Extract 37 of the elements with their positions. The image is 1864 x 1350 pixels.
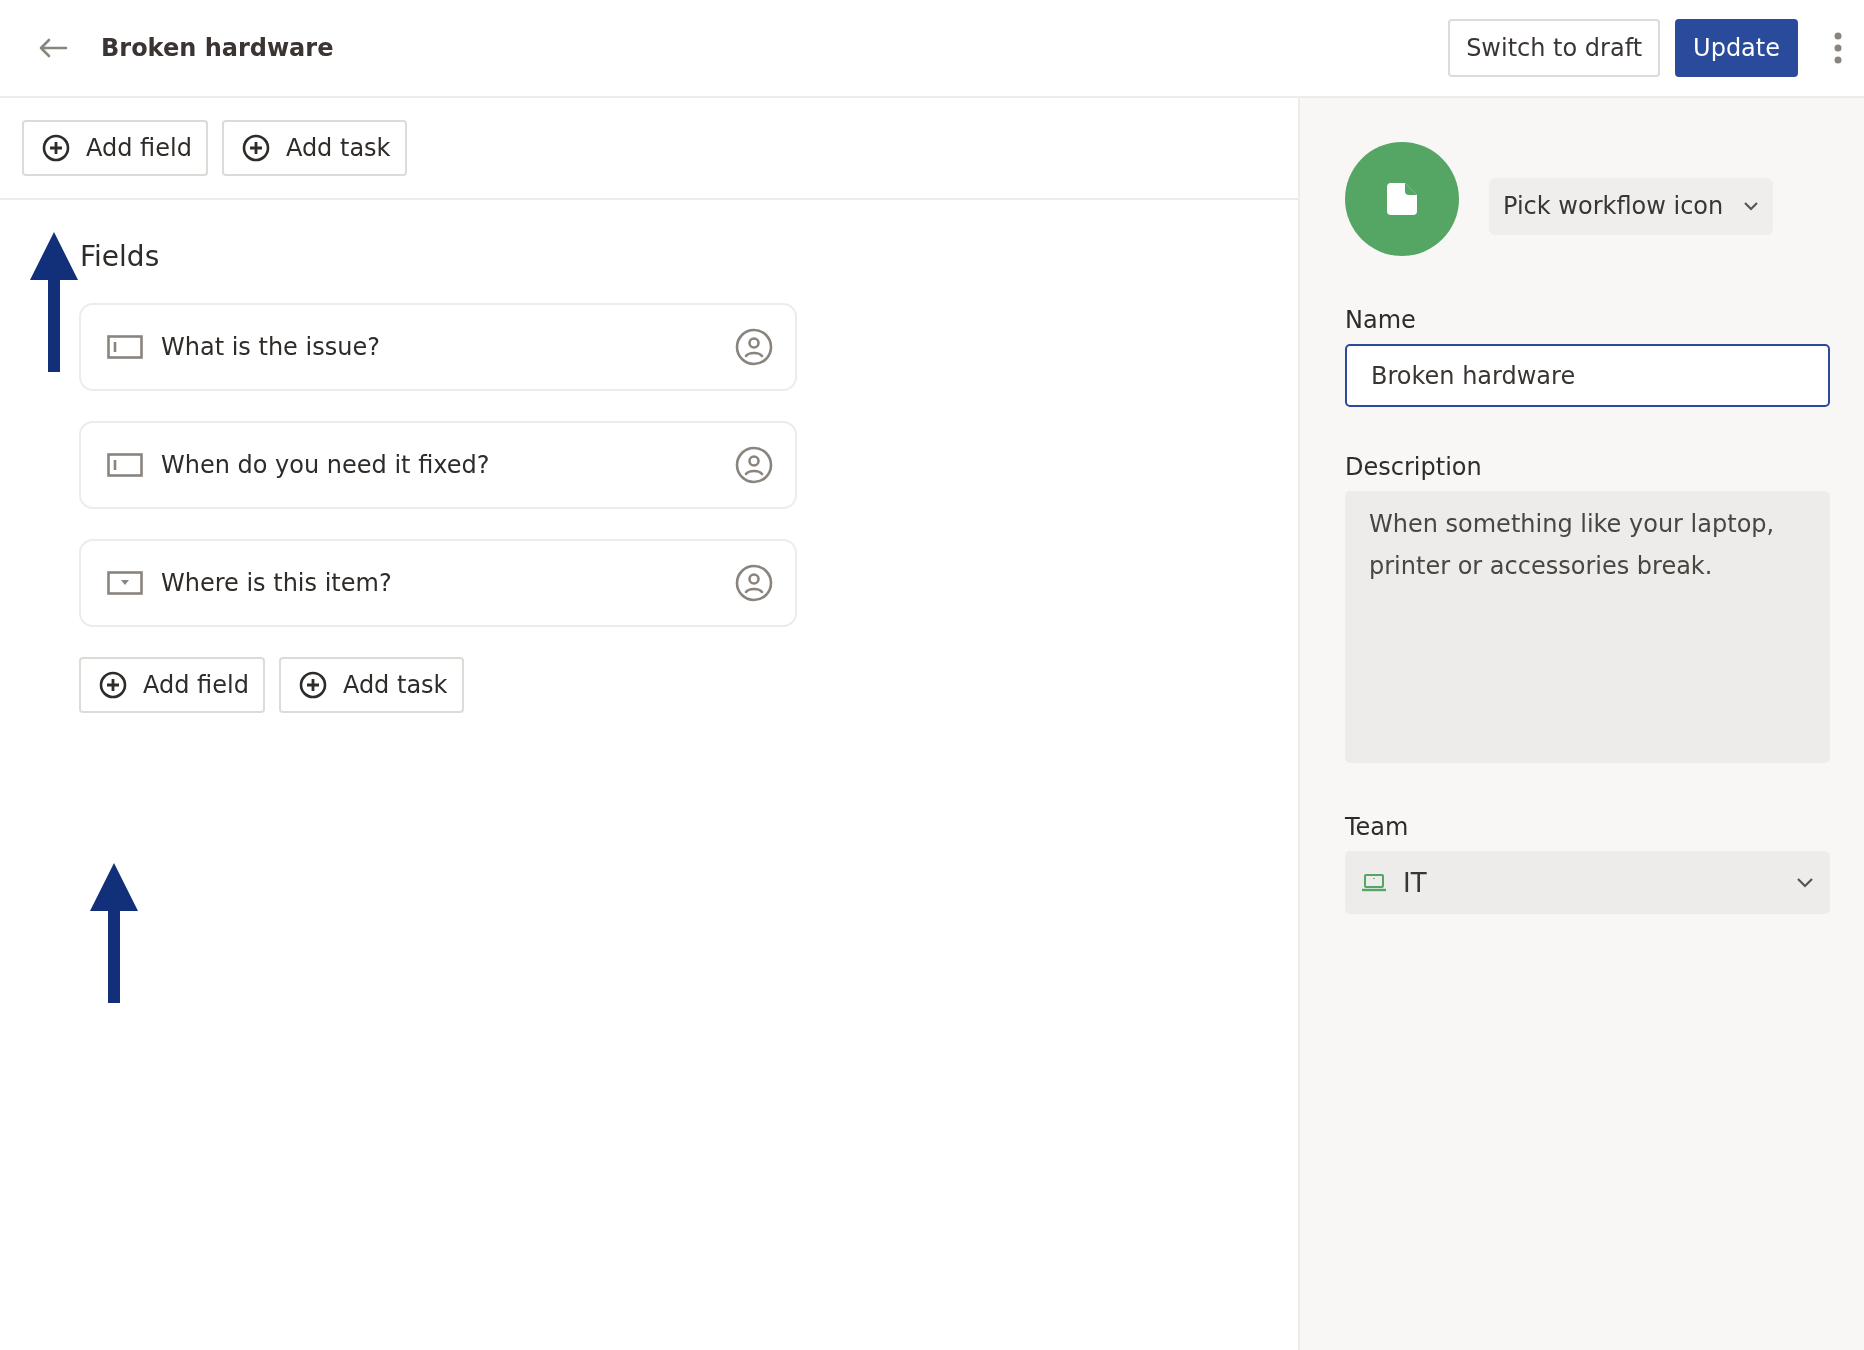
- add-button[interactable]: Add field: [79, 657, 265, 713]
- chevron-down-icon: [1796, 876, 1814, 889]
- user-circle-icon[interactable]: [735, 564, 773, 602]
- laptop-icon: [1361, 872, 1387, 893]
- add-button[interactable]: Add task: [221, 120, 407, 176]
- chevron-down-icon: [1743, 201, 1760, 211]
- field-label: What is the issue?: [161, 333, 381, 361]
- field-card[interactable]: What is the issue?: [79, 303, 797, 391]
- plus-circle-icon: [99, 671, 127, 699]
- document-icon: [1386, 182, 1418, 216]
- field-card[interactable]: Where is this item?: [79, 539, 797, 627]
- plus-circle-icon: [42, 134, 70, 162]
- team-select[interactable]: IT: [1345, 851, 1830, 914]
- text-input-icon: [107, 335, 143, 359]
- add-button[interactable]: Add task: [278, 657, 464, 713]
- user-circle-icon[interactable]: [735, 328, 773, 366]
- text-input-icon: [107, 453, 143, 477]
- field-label: Name: [1345, 306, 1417, 334]
- description-textarea[interactable]: When something like your laptop, printer or accessories break.: [1345, 491, 1830, 763]
- add-button[interactable]: Add field: [22, 120, 208, 176]
- user-circle-icon[interactable]: [735, 446, 773, 484]
- page-title: Broken hardware: [101, 34, 334, 62]
- field-label: When do you need it fixed?: [161, 451, 491, 479]
- update-button[interactable]: Update: [1675, 19, 1798, 77]
- dropdown-input-icon: [107, 571, 143, 595]
- field-card[interactable]: When do you need it fixed?: [79, 421, 797, 509]
- field-label: Where is this item?: [161, 569, 393, 597]
- field-label: Team: [1345, 813, 1410, 841]
- more-options-icon[interactable]: [1834, 32, 1842, 64]
- draft-button[interactable]: Switch to draft: [1448, 19, 1661, 77]
- plus-circle-icon: [241, 134, 270, 162]
- pick-icon-dropdown[interactable]: Pick workflow icon: [1489, 177, 1774, 235]
- section-heading: Fields: [80, 240, 161, 273]
- field-label: Description: [1345, 453, 1483, 481]
- back-arrow-icon[interactable]: [38, 38, 68, 58]
- name-input[interactable]: Broken hardware: [1345, 344, 1830, 407]
- plus-circle-icon: [298, 671, 327, 699]
